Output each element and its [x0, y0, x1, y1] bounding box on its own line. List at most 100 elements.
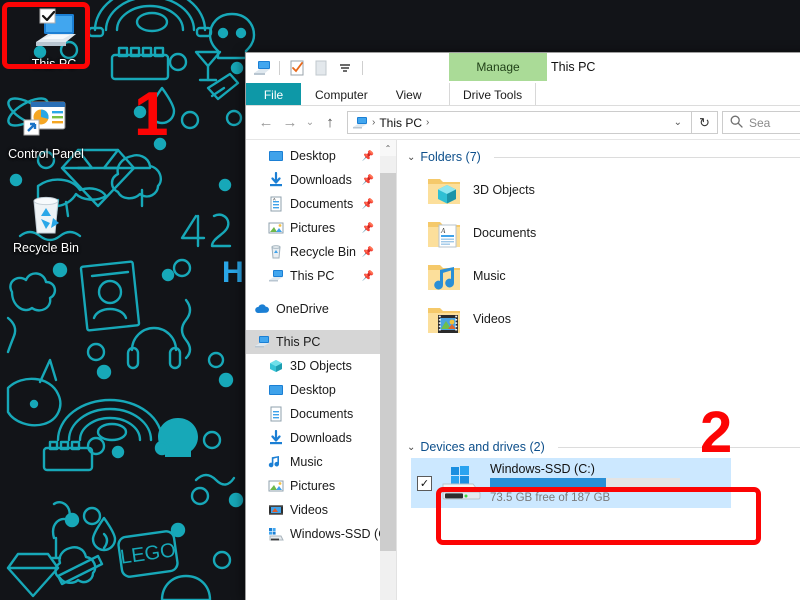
drive-checkbox[interactable]: ✓	[417, 476, 432, 491]
breadcrumb[interactable]: › This PC ›	[352, 116, 667, 130]
up-button[interactable]: ↑	[318, 111, 342, 135]
address-bar[interactable]: › This PC › ⌄	[347, 111, 692, 134]
quick-access-toolbar[interactable]	[246, 53, 366, 83]
qat-separator-2	[362, 61, 363, 75]
devices-group-header[interactable]: ⌄ Devices and drives (2)	[407, 440, 800, 454]
desktop-icon-this-pc[interactable]: This PC	[8, 8, 100, 71]
pin-icon[interactable]: 📌	[362, 223, 374, 234]
sidebar-item-documents[interactable]: A Documents 📌	[246, 192, 396, 216]
sidebar-item-this-pc[interactable]: This PC	[246, 330, 396, 354]
tab-drive-tools[interactable]: Drive Tools	[449, 83, 536, 106]
sidebar-item-documents-child[interactable]: Documents	[246, 402, 396, 426]
customize-qat-chevron-icon[interactable]	[335, 58, 355, 78]
tab-view[interactable]: View	[382, 83, 436, 106]
sidebar-item-label: Desktop	[290, 383, 336, 397]
ribbon-tab-strip[interactable]: File Computer View Drive Tools	[246, 83, 800, 106]
folder-3d-objects-icon	[425, 171, 463, 209]
sidebar-item-label: Downloads	[290, 173, 352, 187]
sidebar-item-downloads-child[interactable]: Downloads	[246, 426, 396, 450]
window-title: This PC	[551, 53, 595, 81]
sidebar-item-music[interactable]: Music	[246, 450, 396, 474]
address-bar-row[interactable]: ← → ⌄ ↑ › This PC › ⌄ ↻	[246, 106, 800, 140]
devices-section: ⌄ Devices and drives (2) ✓	[407, 440, 800, 508]
tab-file[interactable]: File	[246, 83, 301, 106]
pin-icon[interactable]: 📌	[362, 151, 374, 162]
recycle-bin-icon	[268, 244, 284, 260]
sidebar-item-label: Desktop	[290, 149, 336, 163]
svg-text:A: A	[440, 227, 446, 235]
sidebar-item-pictures[interactable]: Pictures 📌	[246, 216, 396, 240]
contextual-tab-group: Drive Tools	[449, 83, 536, 106]
desktop-icon-label: This PC	[8, 57, 100, 71]
drive-info: Windows-SSD (C:) 73.5 GB free of 187 GB	[490, 462, 731, 504]
this-pc-icon	[268, 268, 284, 284]
breadcrumb-this-pc[interactable]: This PC	[379, 116, 422, 130]
downloads-icon	[268, 430, 284, 446]
folders-group-header[interactable]: ⌄ Folders (7)	[407, 150, 800, 164]
properties-icon[interactable]	[287, 58, 307, 78]
sidebar-item-pictures-child[interactable]: Pictures	[246, 474, 396, 498]
desktop-icon-recycle-bin[interactable]: Recycle Bin	[0, 192, 92, 255]
scrollbar-thumb[interactable]	[380, 173, 396, 551]
pictures-icon	[268, 478, 284, 494]
folder-item[interactable]: Videos	[425, 297, 800, 340]
folder-item[interactable]: A Documents	[425, 211, 800, 254]
folder-label: Videos	[473, 312, 511, 326]
sidebar-item-recycle-bin[interactable]: Recycle Bin 📌	[246, 240, 396, 264]
file-explorer-window[interactable]: Manage This PC File Computer View Drive …	[245, 52, 800, 600]
folder-item[interactable]: 3D Objects	[425, 168, 800, 211]
folder-label: 3D Objects	[473, 183, 535, 197]
sidebar-item-3d-objects[interactable]: 3D Objects	[246, 354, 396, 378]
chevron-down-icon[interactable]: ⌄	[407, 152, 415, 163]
refresh-button[interactable]: ↻	[692, 111, 718, 134]
sidebar-item-desktop-child[interactable]: Desktop	[246, 378, 396, 402]
documents-icon	[268, 406, 284, 422]
sidebar-item-desktop[interactable]: Desktop 📌	[246, 144, 396, 168]
drive-icon	[268, 526, 284, 542]
sidebar-item-label: Pictures	[290, 479, 335, 493]
qat-separator	[279, 61, 280, 75]
music-icon	[268, 454, 284, 470]
navigation-scrollbar[interactable]: ⌃	[380, 140, 396, 600]
devices-group-label: Devices and drives (2)	[420, 440, 544, 454]
desktop-icon-label: Control Panel	[0, 147, 92, 161]
desktop-icon	[268, 148, 284, 164]
breadcrumb-separator-2[interactable]: ›	[424, 117, 431, 128]
sidebar-item-label: This PC	[276, 335, 320, 349]
capacity-bar-fill	[490, 478, 606, 489]
pin-icon[interactable]: 📌	[362, 175, 374, 186]
address-dropdown-chevron-icon[interactable]: ⌄	[667, 117, 689, 128]
sidebar-item-windows-ssd[interactable]: Windows-SSD (C	[246, 522, 396, 546]
content-pane[interactable]: ⌄ Folders (7) 3D Objects	[397, 140, 800, 600]
folders-list[interactable]: 3D Objects A	[407, 168, 800, 340]
navigation-pane[interactable]: Desktop 📌 Downloads 📌 A Documents 📌	[246, 140, 396, 600]
back-button[interactable]: ←	[254, 111, 278, 135]
sidebar-item-this-pc-pinned[interactable]: This PC 📌	[246, 264, 396, 288]
pin-icon[interactable]: 📌	[362, 247, 374, 258]
desktop-icon-control-panel[interactable]: Control Panel	[0, 98, 92, 161]
tab-computer[interactable]: Computer	[301, 83, 382, 106]
sidebar-item-onedrive[interactable]: OneDrive	[246, 297, 396, 321]
drive-name: Windows-SSD (C:)	[490, 462, 723, 476]
this-pc-icon[interactable]	[252, 58, 272, 78]
title-bar[interactable]: Manage This PC	[246, 53, 800, 83]
search-icon	[730, 115, 743, 131]
explorer-body: Desktop 📌 Downloads 📌 A Documents 📌	[246, 140, 800, 600]
sidebar-item-videos[interactable]: Videos	[246, 498, 396, 522]
recent-locations-button[interactable]: ⌄	[302, 111, 318, 135]
new-folder-icon[interactable]	[311, 58, 331, 78]
pin-icon[interactable]: 📌	[362, 199, 374, 210]
drive-item-windows-ssd[interactable]: ✓ Windows	[411, 458, 731, 508]
nav-spacer	[246, 288, 396, 297]
forward-button[interactable]: →	[278, 111, 302, 135]
folder-item[interactable]: Music	[425, 254, 800, 297]
pin-icon[interactable]: 📌	[362, 271, 374, 282]
recycle-bin-icon	[20, 192, 72, 238]
sidebar-item-downloads[interactable]: Downloads 📌	[246, 168, 396, 192]
control-panel-icon	[20, 98, 72, 144]
scroll-up-arrow-icon[interactable]: ⌃	[380, 140, 396, 156]
search-box[interactable]: Sea	[722, 111, 800, 134]
3d-objects-icon	[268, 358, 284, 374]
chevron-down-icon[interactable]: ⌄	[407, 442, 415, 453]
sidebar-item-label: Documents	[290, 407, 353, 421]
